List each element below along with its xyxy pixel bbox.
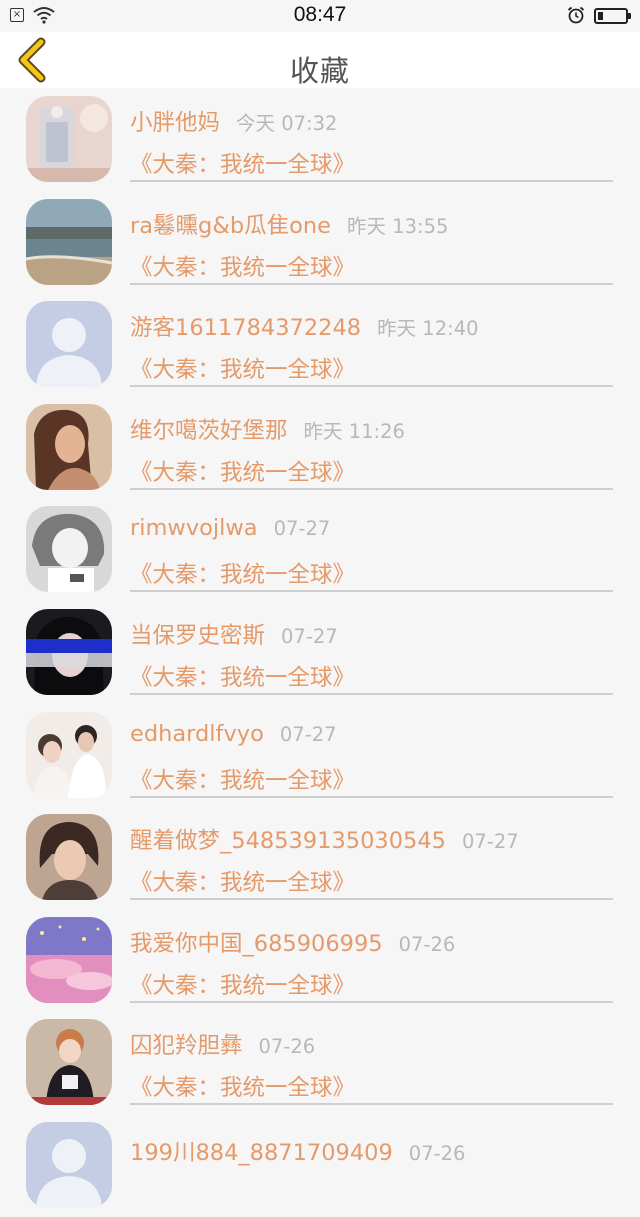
book-title[interactable]: 《大秦：我统一全球》: [130, 968, 355, 1000]
favorite-time: 昨天 12:40: [377, 317, 479, 341]
favorite-title: ra鬈曛g&b瓜隹one 昨天 13:55: [130, 208, 448, 240]
book-title[interactable]: 《大秦：我统一全球》: [130, 763, 355, 795]
favorite-item[interactable]: ra鬈曛g&b瓜隹one 昨天 13:55 《大秦：我统一全球》: [0, 191, 640, 294]
user-avatar[interactable]: [26, 403, 112, 490]
divider: [130, 487, 613, 490]
user-avatar[interactable]: [26, 506, 112, 593]
book-title[interactable]: 《大秦：我统一全球》: [130, 865, 355, 897]
divider: [130, 898, 613, 901]
favorite-title: 我爱你中国_685906995 07-26: [130, 926, 455, 958]
book-title[interactable]: 《大秦：我统一全球》: [130, 352, 355, 384]
favorite-title: 醒着做梦_548539135030545 07-27: [130, 823, 519, 855]
page-title: 收藏: [289, 54, 350, 88]
favorite-item[interactable]: 我爱你中国_685906995 07-26 《大秦：我统一全球》: [0, 909, 640, 1012]
favorite-item[interactable]: 醒着做梦_548539135030545 07-27 《大秦：我统一全球》: [0, 806, 640, 909]
book-title[interactable]: 《大秦：我统一全球》: [130, 250, 355, 282]
favorite-time: 07-26: [408, 1141, 466, 1165]
favorite-time: 07-27: [279, 722, 337, 746]
favorite-title: 维尔噶茨好堡那 昨天 11:26: [130, 413, 405, 445]
divider: [130, 1103, 613, 1106]
divider: [130, 1000, 613, 1003]
favorite-title: rimwvojlwa 07-27: [130, 515, 330, 541]
user-name[interactable]: ra鬈曛g&b瓜隹one: [130, 213, 331, 239]
favorite-item[interactable]: 当保罗史密斯 07-27 《大秦：我统一全球》: [0, 601, 640, 704]
favorite-item[interactable]: rimwvojlwa 07-27 《大秦：我统一全球》: [0, 498, 640, 601]
user-name[interactable]: 当保罗史密斯: [130, 623, 265, 649]
user-name[interactable]: 醒着做梦_548539135030545: [130, 828, 446, 854]
favorite-item[interactable]: 维尔噶茨好堡那 昨天 11:26 《大秦：我统一全球》: [0, 396, 640, 499]
favorite-item[interactable]: 199川884_8871709409 07-26: [0, 1114, 640, 1217]
book-title[interactable]: 《大秦：我统一全球》: [130, 1070, 355, 1102]
user-name[interactable]: 199川884_8871709409: [130, 1140, 393, 1166]
book-title[interactable]: 《大秦：我统一全球》: [130, 455, 355, 487]
user-name[interactable]: 囚犯羚胆彝: [130, 1033, 243, 1059]
book-title[interactable]: 《大秦：我统一全球》: [130, 147, 355, 179]
user-name[interactable]: 维尔噶茨好堡那: [130, 418, 288, 444]
favorite-time: 今天 07:32: [236, 112, 338, 135]
divider: [130, 282, 613, 285]
favorite-title: edhardlfvyo 07-27: [130, 721, 337, 747]
battery-level: [598, 12, 603, 20]
user-avatar[interactable]: [26, 198, 112, 285]
divider: [130, 590, 613, 593]
divider: [130, 795, 613, 798]
user-name[interactable]: 小胖他妈: [130, 110, 220, 136]
favorite-item[interactable]: edhardlfvyo 07-27 《大秦：我统一全球》: [0, 704, 640, 807]
favorite-time: 07-27: [281, 624, 338, 648]
battery-icon: [594, 8, 628, 24]
user-avatar[interactable]: [26, 916, 112, 1003]
divider: [130, 180, 613, 182]
user-avatar[interactable]: [26, 301, 112, 388]
favorite-time: 07-26: [258, 1035, 316, 1059]
favorite-time: 07-27: [273, 517, 331, 541]
user-name[interactable]: edhardlfvyo: [130, 721, 264, 747]
divider: [130, 385, 613, 388]
user-avatar[interactable]: [26, 711, 112, 798]
navigation-bar: 收藏: [0, 32, 640, 88]
book-title[interactable]: 《大秦：我统一全球》: [130, 557, 355, 589]
status-bar: × 08:47: [0, 0, 640, 32]
status-time: 08:47: [293, 3, 347, 26]
favorite-item[interactable]: 囚犯羚胆彝 07-26 《大秦：我统一全球》: [0, 1011, 640, 1114]
favorite-title: 当保罗史密斯 07-27: [130, 618, 338, 650]
user-avatar[interactable]: [26, 814, 112, 901]
divider: [130, 692, 613, 695]
user-avatar[interactable]: [26, 1121, 112, 1208]
user-avatar[interactable]: [26, 608, 112, 695]
favorite-title: 小胖他妈 今天 07:32: [130, 105, 337, 137]
favorite-time: 07-26: [398, 932, 456, 956]
user-name[interactable]: rimwvojlwa: [130, 515, 258, 541]
favorite-time: 昨天 13:55: [347, 214, 449, 238]
user-avatar[interactable]: [26, 96, 112, 182]
favorite-item[interactable]: 游客1611784372248 昨天 12:40 《大秦：我统一全球》: [0, 293, 640, 396]
alarm-icon: [567, 6, 585, 24]
favorite-title: 游客1611784372248 昨天 12:40: [130, 310, 479, 342]
user-avatar[interactable]: [26, 1019, 112, 1106]
book-title[interactable]: 《大秦：我统一全球》: [130, 660, 355, 692]
favorite-item[interactable]: 小胖他妈 今天 07:32 《大秦：我统一全球》: [0, 88, 640, 191]
favorite-time: 昨天 11:26: [303, 419, 405, 443]
favorite-title: 199川884_8871709409 07-26: [130, 1135, 465, 1167]
favorite-title: 囚犯羚胆彝 07-26: [130, 1028, 315, 1060]
user-name[interactable]: 我爱你中国_685906995: [130, 931, 383, 957]
favorites-list: 小胖他妈 今天 07:32 《大秦：我统一全球》 ra鬈曛g&b瓜隹one 昨天 1…: [0, 88, 640, 1217]
user-name[interactable]: 游客1611784372248: [130, 315, 361, 341]
favorite-time: 07-27: [461, 830, 519, 854]
battery-tip: [628, 13, 631, 19]
